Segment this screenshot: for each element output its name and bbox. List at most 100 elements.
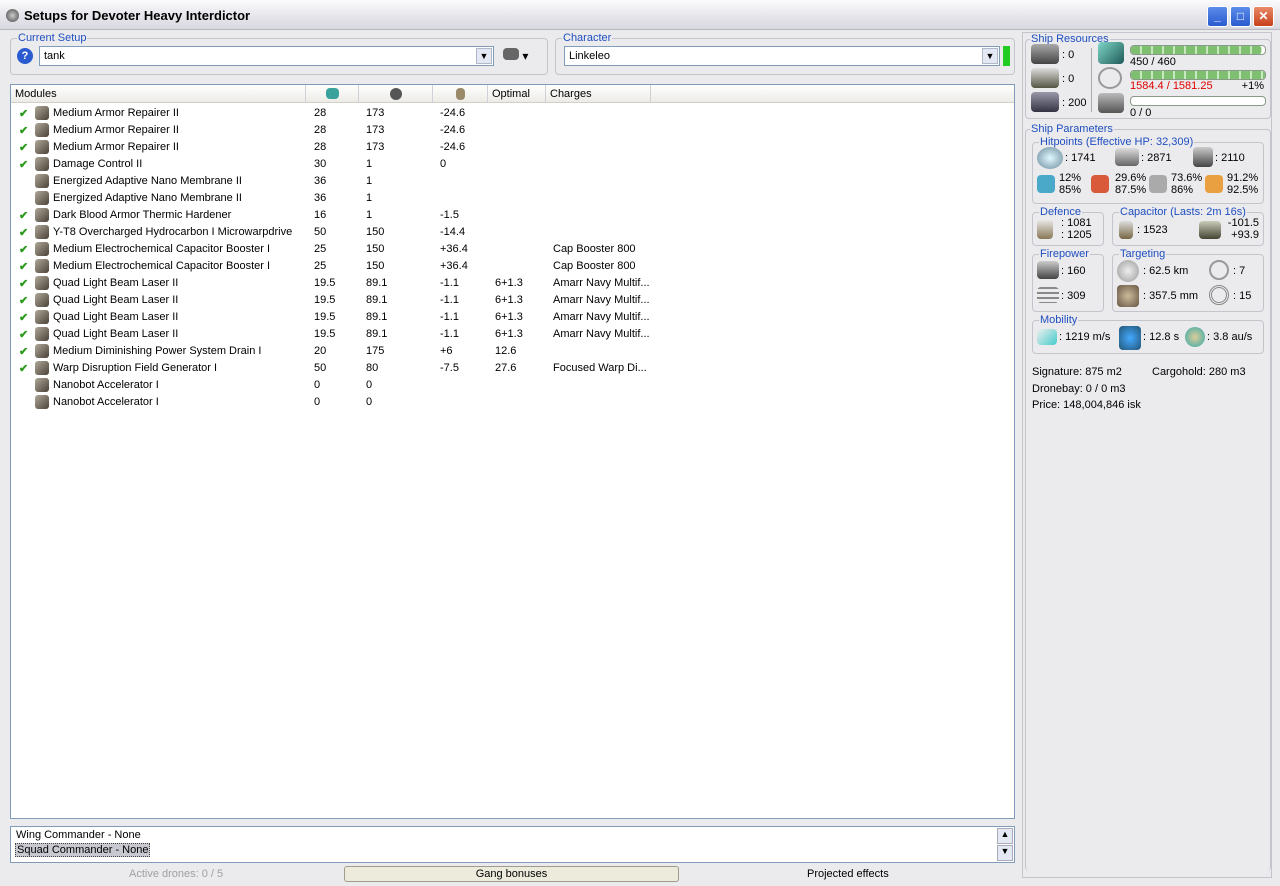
capacitor-value: +36.4: [440, 260, 468, 272]
module-name: Nanobot Accelerator I: [53, 396, 159, 408]
module-icon: [35, 157, 49, 171]
help-icon[interactable]: ?: [17, 48, 33, 64]
module-row[interactable]: ✔ Quad Light Beam Laser II 19.5 89.1 -1.1 6+1…: [11, 309, 1014, 326]
column-header-powergrid[interactable]: [359, 85, 433, 103]
powergrid-value: 89.1: [366, 277, 388, 289]
column-header-charges[interactable]: Charges: [546, 85, 651, 103]
character-select[interactable]: Linkeleo ▼: [564, 46, 1000, 66]
current-setup-label: Current Setup: [17, 32, 88, 44]
module-row[interactable]: ✔ Medium Electrochemical Capacitor Booste…: [11, 241, 1014, 258]
column-header-optimal[interactable]: Optimal: [488, 85, 546, 103]
module-icon: [35, 327, 49, 341]
sensor-strength-icon: [1209, 285, 1229, 305]
capacitor-value: -14.4: [440, 226, 466, 238]
optimal-value: 6+1.3: [495, 277, 523, 289]
module-row[interactable]: ✔ Dark Blood Armor Thermic Hardener 16 1 -1.…: [11, 207, 1014, 224]
kinetic-resist: 73.6% 86%: [1171, 172, 1202, 196]
shield-icon: [1037, 147, 1063, 169]
active-check-icon[interactable]: ✔: [19, 124, 28, 137]
powergrid-value: 0: [366, 396, 373, 408]
active-check-icon[interactable]: ✔: [19, 226, 28, 239]
active-check-icon[interactable]: ✔: [19, 107, 28, 120]
column-header-capacitor[interactable]: [433, 85, 488, 103]
gang-item-squad-commander[interactable]: Squad Commander - None: [15, 843, 151, 857]
cpu-value: 450 / 460: [1130, 56, 1176, 68]
module-name: Quad Light Beam Laser II: [53, 311, 179, 323]
powergrid-value: 173: [366, 124, 385, 136]
module-icon: [35, 378, 49, 392]
module-name: Medium Armor Repairer II: [53, 124, 179, 136]
module-row[interactable]: ✔ Quad Light Beam Laser II 19.5 89.1 -1.1 6+1…: [11, 292, 1014, 309]
targeting-group: Targeting : 62.5 km : 7 : 357.5 mm : 15: [1112, 248, 1264, 312]
setup-tools-button[interactable]: ▾: [503, 48, 533, 64]
drone-bandwidth-value: 0 / 0: [1130, 107, 1152, 119]
capacitor-value: -1.1: [440, 328, 459, 340]
gang-bonuses-tab[interactable]: Gang bonuses: [344, 866, 679, 882]
active-check-icon[interactable]: ✔: [19, 277, 28, 290]
active-check-icon[interactable]: ✔: [19, 328, 28, 341]
projected-effects-tab[interactable]: Projected effects: [807, 868, 889, 880]
cpu-value: 36: [314, 175, 327, 187]
module-row[interactable]: ✔ Quad Light Beam Laser II 19.5 89.1 -1.1 6+1…: [11, 275, 1014, 292]
column-header-modules[interactable]: Modules: [11, 85, 306, 103]
module-row[interactable]: ✔ Damage Control II 30 1 0: [11, 156, 1014, 173]
thermal-resist-icon: [1091, 175, 1109, 193]
module-row[interactable]: ✔ Quad Light Beam Laser II 19.5 89.1 -1.1 6+1…: [11, 326, 1014, 343]
optimal-value: 6+1.3: [495, 294, 523, 306]
gang-item-wing-commander[interactable]: Wing Commander - None: [16, 829, 141, 841]
module-row[interactable]: ✔ Warp Disruption Field Generator I 50 80 -7…: [11, 360, 1014, 377]
cpu-value: 16: [314, 209, 327, 221]
charges-value: Amarr Navy Multif...: [553, 328, 650, 340]
active-check-icon[interactable]: ✔: [19, 311, 28, 324]
module-row[interactable]: Energized Adaptive Nano Membrane II 36 1: [11, 173, 1014, 190]
cpu-value: 25: [314, 260, 327, 272]
module-icon: [35, 310, 49, 324]
powergrid-value: 150: [366, 243, 385, 255]
powergrid-value: 0: [366, 379, 373, 391]
module-name: Dark Blood Armor Thermic Hardener: [53, 209, 232, 221]
title-bar: Setups for Devoter Heavy Interdictor _ □…: [0, 0, 1280, 30]
dronebay-capacity: Dronebay: 0 / 0 m3: [1032, 383, 1126, 395]
capacitor-icon: [1119, 221, 1133, 239]
setup-select[interactable]: tank ▼: [39, 46, 494, 66]
mobility-label: Mobility: [1039, 314, 1079, 326]
charges-value: Amarr Navy Multif...: [553, 311, 650, 323]
module-row[interactable]: Energized Adaptive Nano Membrane II 36 1: [11, 190, 1014, 207]
active-check-icon[interactable]: ✔: [19, 243, 28, 256]
active-check-icon[interactable]: ✔: [19, 260, 28, 273]
modules-list[interactable]: Modules Optimal Charges ✔ Medium Armor Re…: [10, 84, 1015, 819]
active-check-icon[interactable]: ✔: [19, 362, 28, 375]
powergrid-value: 175: [366, 345, 385, 357]
max-targets: : 7: [1233, 265, 1246, 277]
module-row[interactable]: ✔ Medium Diminishing Power System Drain I…: [11, 343, 1014, 360]
chevron-down-icon[interactable]: ▼: [476, 48, 492, 64]
active-check-icon[interactable]: ✔: [19, 294, 28, 307]
active-check-icon[interactable]: ✔: [19, 345, 28, 358]
active-check-icon[interactable]: ✔: [19, 141, 28, 154]
column-header-cpu[interactable]: [306, 85, 359, 103]
chevron-down-icon[interactable]: ▼: [982, 48, 998, 64]
module-row[interactable]: ✔ Y-T8 Overcharged Hydrocarbon I Microwar…: [11, 224, 1014, 241]
module-row[interactable]: Nanobot Accelerator I 0 0: [11, 394, 1014, 411]
volley-icon: [1037, 261, 1059, 279]
close-button[interactable]: ✕: [1253, 6, 1274, 27]
module-row[interactable]: Nanobot Accelerator I 0 0: [11, 377, 1014, 394]
active-check-icon[interactable]: ✔: [19, 209, 28, 222]
module-row[interactable]: ✔ Medium Armor Repairer II 28 173 -24.6: [11, 105, 1014, 122]
module-icon: [35, 344, 49, 358]
thermal-shield-resist: 29.6%: [1115, 172, 1147, 184]
module-row[interactable]: ✔ Medium Electrochemical Capacitor Booste…: [11, 258, 1014, 275]
launcher-slots-value: : 0: [1062, 73, 1075, 85]
maximize-button[interactable]: □: [1230, 6, 1251, 27]
charges-value: Cap Booster 800: [553, 243, 636, 255]
active-check-icon[interactable]: ✔: [19, 158, 28, 171]
gang-list[interactable]: Wing Commander - None Squad Commander - …: [10, 826, 1015, 863]
scroll-up-button[interactable]: ▲: [997, 828, 1013, 844]
module-row[interactable]: ✔ Medium Armor Repairer II 28 173 -24.6: [11, 139, 1014, 156]
module-icon: [35, 208, 49, 222]
minimize-button[interactable]: _: [1207, 6, 1228, 27]
module-row[interactable]: ✔ Medium Armor Repairer II 28 173 -24.6: [11, 122, 1014, 139]
module-name: Medium Electrochemical Capacitor Booster…: [53, 260, 271, 272]
cpu-value: 0: [314, 396, 321, 408]
scroll-down-button[interactable]: ▼: [997, 845, 1013, 861]
